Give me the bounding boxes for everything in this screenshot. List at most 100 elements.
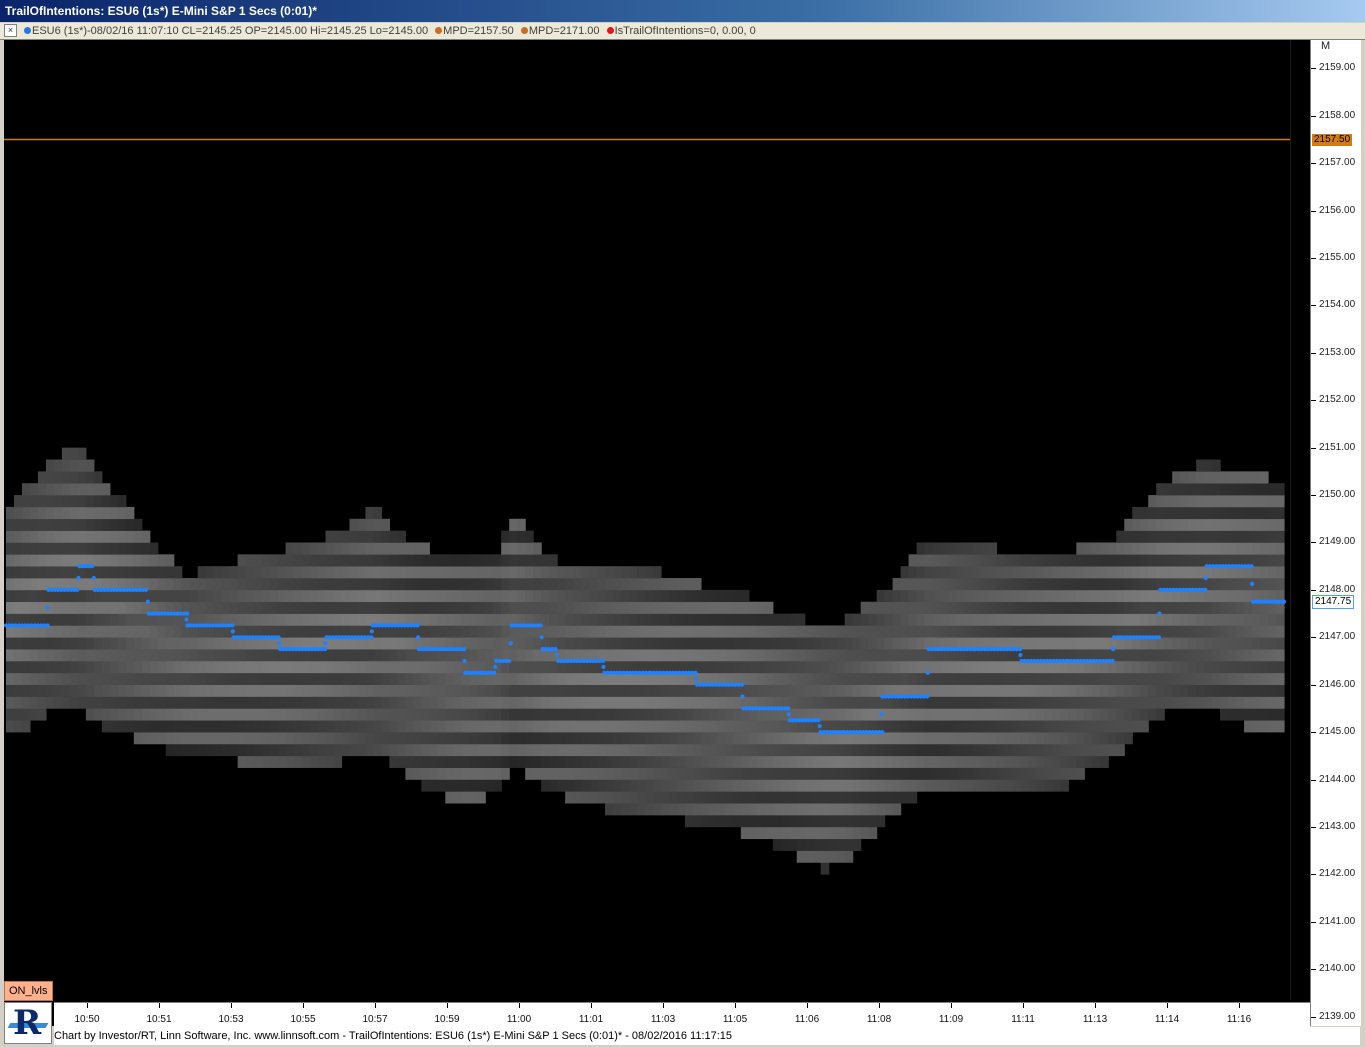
intention-band-cell — [525, 566, 534, 579]
intention-band-cell — [820, 791, 830, 804]
intention-band-cell — [213, 589, 223, 603]
intention-band-cell — [1260, 542, 1269, 555]
intention-band-cell — [1204, 637, 1213, 650]
intention-band-cell — [61, 530, 71, 543]
intention-band-cell — [573, 767, 582, 780]
intention-band-cell — [1020, 589, 1029, 603]
intention-band-cell — [29, 554, 39, 567]
intention-band-cell — [165, 672, 175, 685]
intention-band-cell — [477, 720, 486, 733]
intention-band-cell — [988, 732, 998, 745]
intention-band-cell — [461, 696, 470, 709]
intention-band-cell — [1140, 696, 1149, 709]
intention-band-cell — [932, 613, 942, 626]
intention-band-cell — [1236, 625, 1245, 638]
intention-band-cell — [605, 755, 614, 768]
intention-band-cell — [37, 601, 47, 614]
intention-band-cell — [13, 530, 23, 543]
intention-band-cell — [932, 566, 942, 579]
intention-band-cell — [1068, 613, 1077, 626]
price-axis-label: 2153.00 — [1319, 346, 1356, 358]
intention-band-cell — [493, 554, 502, 567]
intention-band-cell — [93, 601, 103, 614]
intention-band-cell — [1100, 732, 1109, 745]
intention-band-cell — [261, 743, 271, 757]
intention-band-cell — [533, 660, 542, 674]
intention-band-cell — [668, 755, 678, 768]
intention-band-cell — [828, 743, 838, 757]
intention-band-cell — [876, 660, 886, 674]
intention-band-cell — [924, 554, 934, 567]
intention-band-cell — [581, 696, 590, 709]
intention-band-cell — [493, 708, 502, 721]
time-axis-label: 10:51 — [146, 1014, 172, 1025]
intention-band-cell — [533, 542, 542, 555]
intention-band-cell — [573, 601, 582, 614]
mpd1-info[interactable]: MPD=2157.50 — [443, 25, 514, 37]
intention-band-cell — [972, 684, 982, 697]
intention-band-cell — [988, 578, 998, 591]
intention-band-cell — [1044, 755, 1053, 768]
intention-band-cell — [1156, 637, 1165, 650]
window-titlebar[interactable]: TrailOfIntentions: ESU6 (1s*) E-Mini S&P… — [0, 0, 1365, 22]
intention-band-cell — [1044, 660, 1053, 674]
intention-band-cell — [796, 613, 806, 626]
trail-point — [1111, 647, 1116, 652]
intention-band-cell — [509, 732, 518, 745]
intention-band-cell — [469, 589, 478, 603]
intention-band-cell — [373, 554, 383, 567]
chart-plot-area[interactable] — [4, 40, 1310, 1026]
time-axis[interactable]: 10:50 10:51 10:53 10:55 10:57 10:59 11:00 11:01… — [54, 1002, 1310, 1027]
intention-band-cell — [1204, 495, 1213, 508]
intention-band-cell — [828, 625, 838, 638]
intention-band-cell — [1076, 720, 1085, 733]
intention-band-cell — [1076, 767, 1085, 780]
intention-band-cell — [1228, 649, 1237, 662]
intention-band-cell — [613, 601, 622, 614]
intention-band-cell — [892, 779, 902, 792]
intention-band-cell — [93, 696, 103, 709]
intention-band-cell — [389, 637, 398, 650]
intention-band-cell — [684, 803, 694, 816]
price-axis-label: 2144.00 — [1319, 773, 1356, 785]
intention-band-cell — [621, 720, 630, 733]
intention-band-cell — [101, 708, 111, 721]
intention-band-cell — [109, 613, 119, 626]
intention-band-cell — [812, 696, 822, 709]
intention-band-cell — [1212, 649, 1221, 662]
on-lvls-button[interactable]: ON_lvls — [4, 981, 53, 1001]
price-chart-svg[interactable] — [4, 40, 1310, 1026]
intention-band-cell — [1228, 518, 1237, 531]
intention-band-cell — [341, 566, 351, 579]
intention-band-cell — [724, 791, 734, 804]
intention-band-cell — [780, 732, 790, 745]
intention-band-cell — [373, 720, 383, 733]
intention-band-cell — [1108, 720, 1117, 733]
intention-band-cell — [1124, 589, 1133, 603]
time-axis-tick — [879, 1003, 880, 1008]
intention-band-cell — [213, 672, 223, 685]
intention-band-cell — [1052, 767, 1061, 780]
intention-band-cell — [652, 589, 662, 603]
intention-band-cell — [1188, 601, 1197, 614]
intention-band-cell — [1228, 589, 1237, 603]
intention-band-cell — [357, 743, 367, 757]
intention-band-cell — [964, 613, 974, 626]
intention-band-cell — [557, 589, 566, 603]
intention-band-cell — [804, 838, 814, 851]
intention-band-cell — [149, 660, 159, 674]
symbol-info[interactable]: ESU6 (1s*)-08/02/16 11:07:10 CL=2145.25 … — [32, 25, 428, 37]
price-axis[interactable]: M 2157.50 2147.75 2159.00 2158.00 2157.00 2… — [1310, 40, 1361, 1026]
trail-info[interactable]: IsTrailOfIntentions=0, 0.00, 0 — [615, 25, 756, 37]
intention-band-cell — [101, 625, 111, 638]
intention-band-cell — [29, 530, 39, 543]
intention-band-cell — [1132, 518, 1141, 531]
intention-band-cell — [613, 578, 622, 591]
close-icon[interactable]: × — [4, 24, 17, 37]
intention-band-cell — [1172, 530, 1181, 543]
intention-band-cell — [1044, 578, 1053, 591]
intention-band-cell — [844, 625, 854, 638]
intention-band-cell — [1172, 672, 1181, 685]
mpd2-info[interactable]: MPD=2171.00 — [529, 25, 600, 37]
intention-band-cell — [788, 613, 798, 626]
